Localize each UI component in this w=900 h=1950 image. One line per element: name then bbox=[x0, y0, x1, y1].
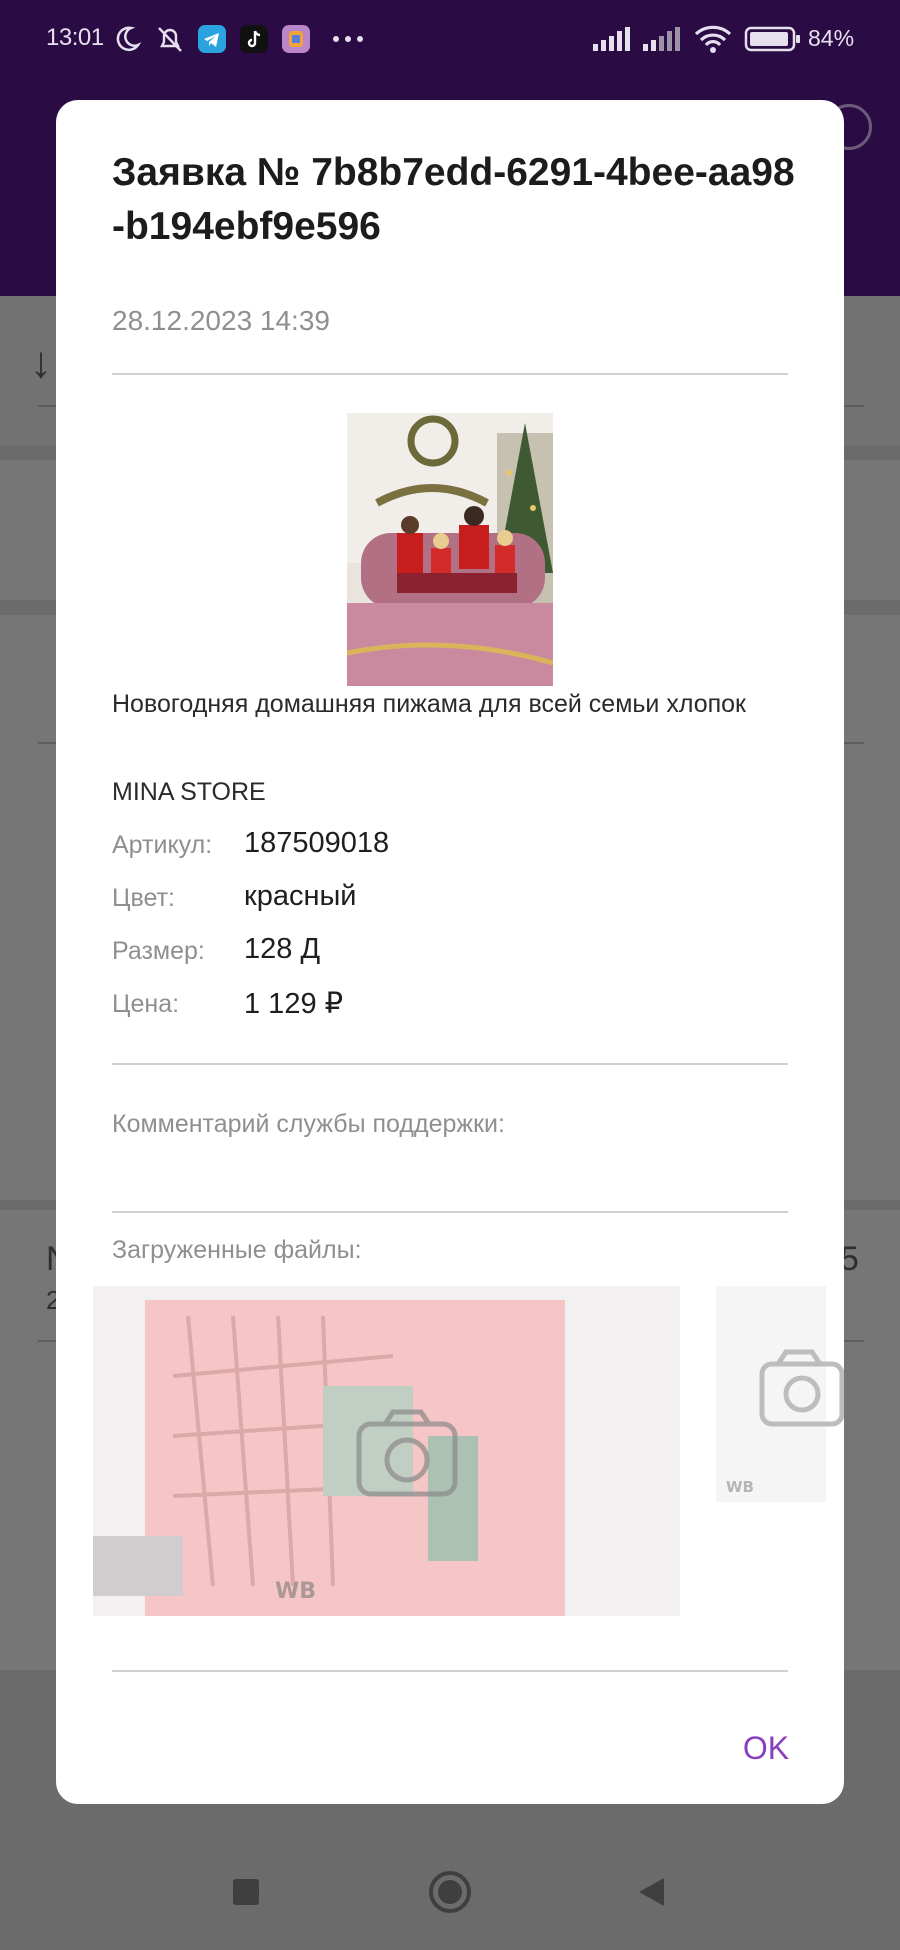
product-name: Новогодняя домашняя пижама для всей семь… bbox=[112, 690, 746, 718]
sort-arrow-icon: ↓ bbox=[30, 338, 52, 387]
signal-icon bbox=[640, 22, 682, 56]
price-value: 1 129 ₽ bbox=[244, 988, 344, 1020]
recents-button[interactable] bbox=[232, 1878, 260, 1911]
dialog-title: Заявка № 7b8b7edd-6291-4bee-aa98-b194ebf… bbox=[112, 151, 795, 248]
uploaded-files-label: Загруженные файлы: bbox=[112, 1236, 362, 1264]
file-watermark: WB bbox=[275, 1579, 316, 1604]
product-image[interactable] bbox=[347, 413, 553, 686]
signal-icon bbox=[590, 22, 632, 56]
article-label: Артикул: bbox=[112, 831, 213, 859]
support-comment-label: Комментарий службы поддержки: bbox=[112, 1110, 505, 1138]
price-label: Цена: bbox=[112, 990, 180, 1018]
product-brand: MINA STORE bbox=[112, 778, 266, 806]
wifi-icon bbox=[692, 22, 734, 56]
divider bbox=[112, 1211, 788, 1213]
size-label: Размер: bbox=[112, 937, 205, 965]
battery-icon bbox=[744, 22, 802, 56]
uploaded-file-thumbnail[interactable]: WB bbox=[93, 1286, 680, 1616]
request-dialog: Заявка № 7b8b7edd-6291-4bee-aa98-b194ebf… bbox=[56, 100, 844, 1804]
bell-off-icon bbox=[154, 22, 186, 56]
color-value: красный bbox=[244, 880, 357, 912]
divider bbox=[112, 1670, 788, 1672]
divider bbox=[112, 1063, 788, 1065]
telegram-icon bbox=[196, 22, 228, 56]
divider bbox=[112, 373, 788, 375]
app-icon bbox=[280, 22, 312, 56]
home-button[interactable] bbox=[428, 1870, 472, 1919]
navigation-bar bbox=[0, 1838, 900, 1950]
moon-icon bbox=[112, 22, 142, 56]
tiktok-icon bbox=[238, 22, 270, 56]
ok-button[interactable]: OK bbox=[716, 1718, 816, 1778]
uploaded-file-placeholder[interactable]: WB bbox=[716, 1286, 844, 1502]
back-button[interactable] bbox=[636, 1876, 666, 1913]
file-watermark: WB bbox=[726, 1478, 754, 1496]
size-value: 128 Д bbox=[244, 933, 321, 965]
battery-percent: 84% bbox=[808, 25, 855, 51]
more-icon bbox=[330, 22, 366, 56]
status-time: 13:01 bbox=[46, 24, 104, 51]
request-date: 28.12.2023 14:39 bbox=[112, 305, 330, 336]
color-label: Цвет: bbox=[112, 884, 175, 912]
article-value: 187509018 bbox=[244, 827, 390, 859]
status-bar: 13:01 84% bbox=[0, 0, 900, 80]
